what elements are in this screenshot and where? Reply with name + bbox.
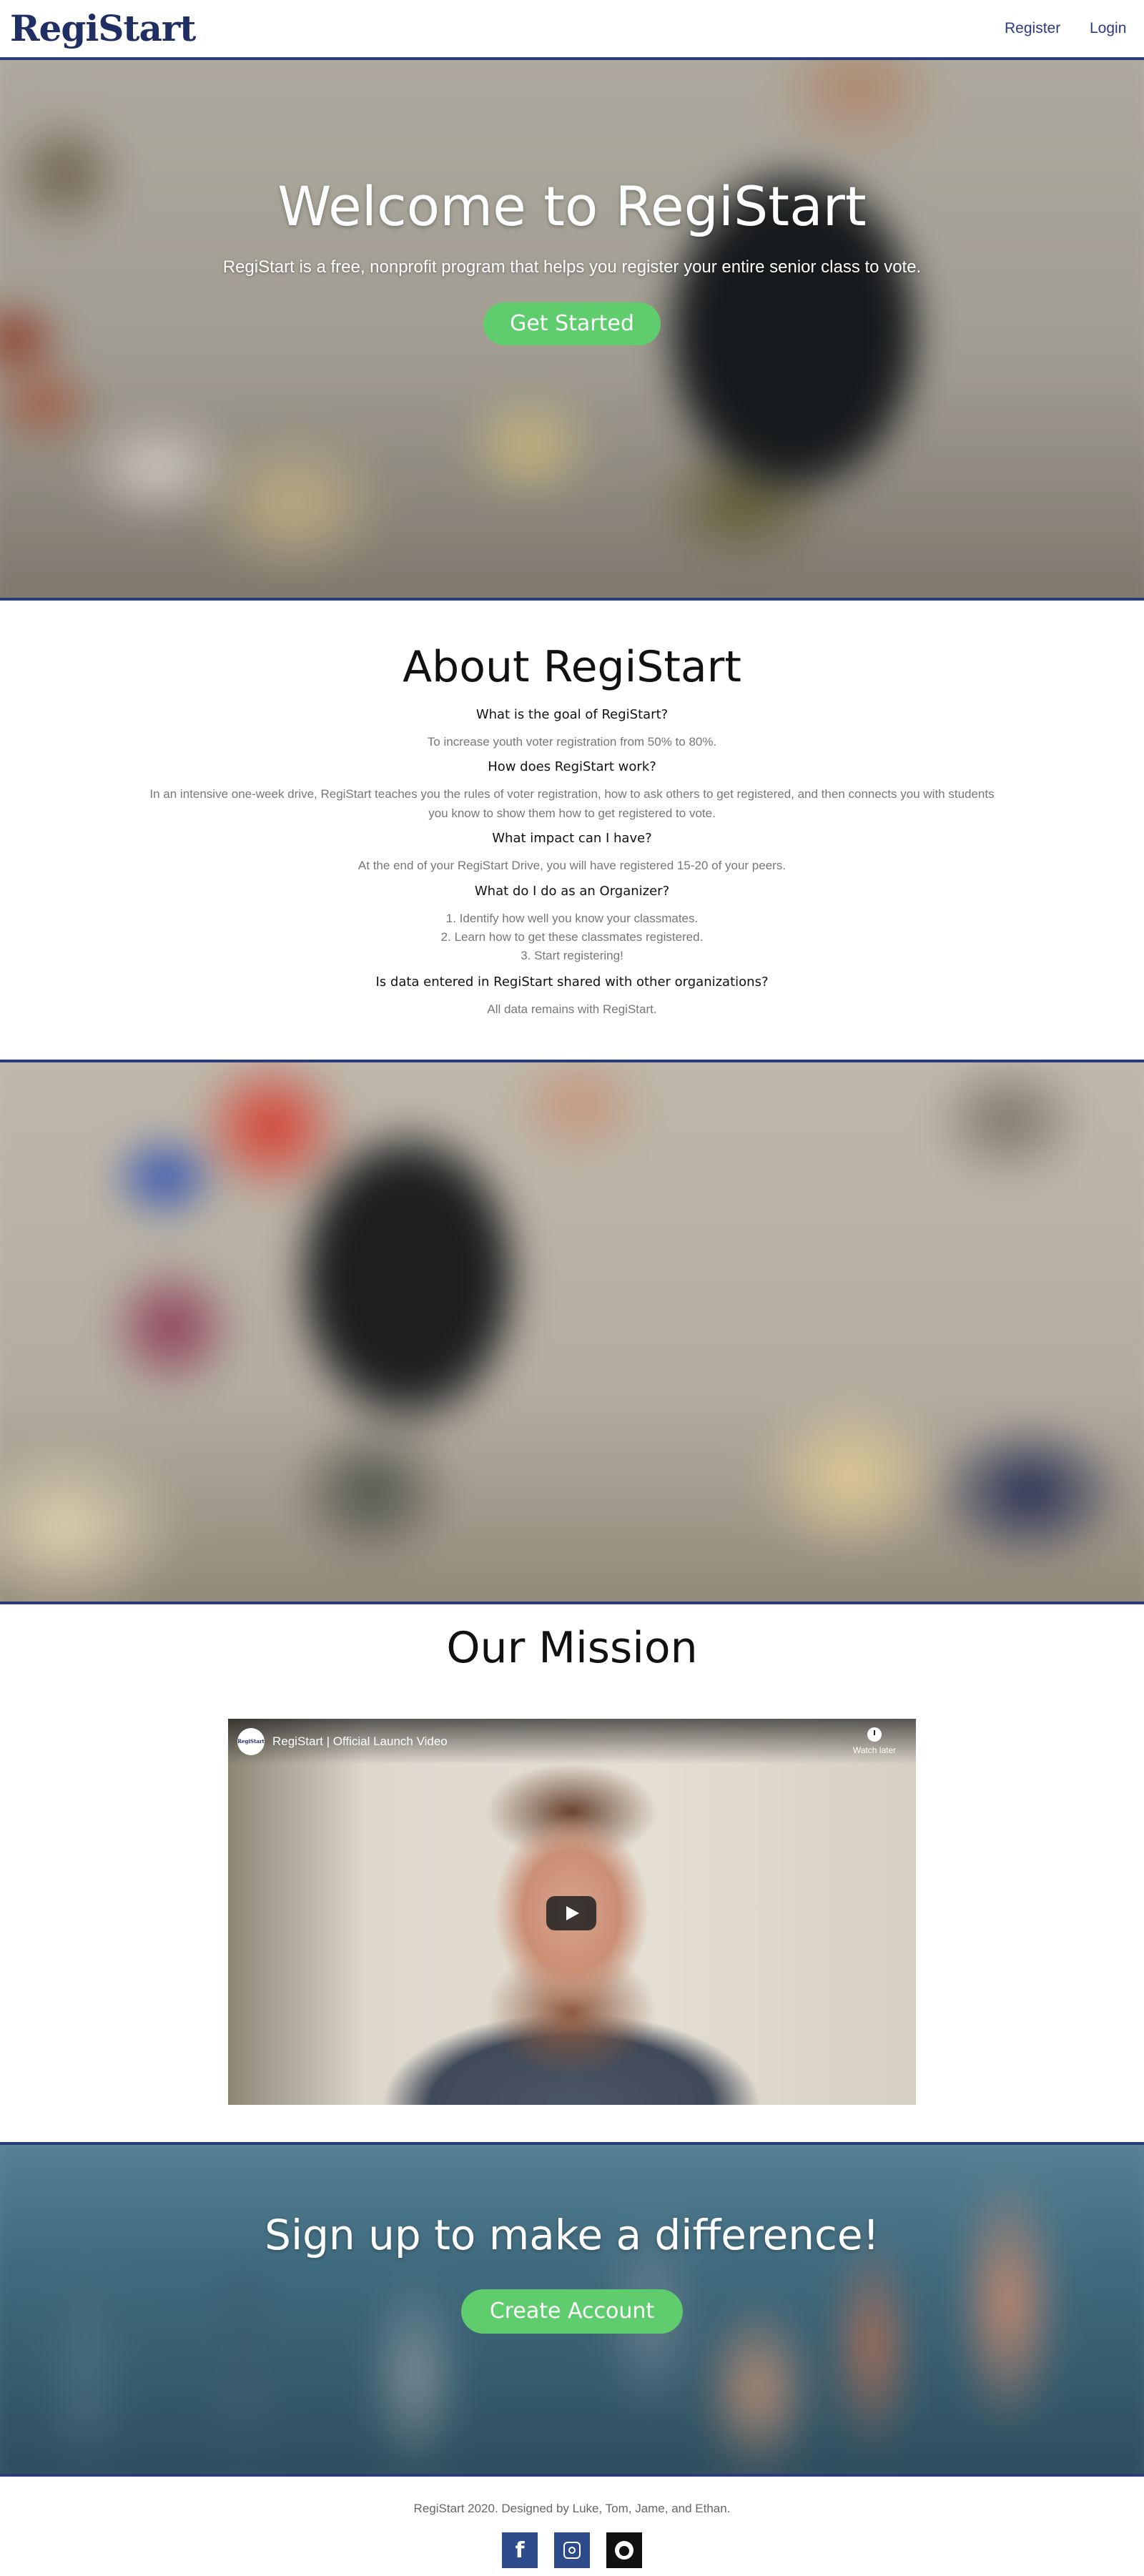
- github-icon[interactable]: [606, 2532, 642, 2568]
- faq-answer: 1. Identify how well you know your class…: [445, 912, 699, 925]
- signup-title: Sign up to make a difference!: [265, 2211, 879, 2259]
- classroom-background-photo: [0, 1062, 1144, 1602]
- hero-subtitle: RegiStart is a free, nonprofit program t…: [222, 257, 922, 277]
- faq-answer: To increase youth voter registration fro…: [427, 735, 717, 749]
- video-player[interactable]: RegiStart RegiStart | Official Launch Vi…: [228, 1719, 916, 2105]
- watch-later-button[interactable]: Watch later: [846, 1726, 903, 1755]
- faq-answer: In an intensive one-week drive, RegiStar…: [149, 787, 995, 820]
- get-started-button[interactable]: Get Started: [483, 302, 661, 345]
- instagram-icon[interactable]: [554, 2532, 590, 2568]
- faq-question: What do I do as an Organizer?: [474, 884, 670, 899]
- facebook-glyph: f: [515, 2538, 525, 2563]
- mission-title: Our Mission: [446, 1623, 698, 1673]
- login-link[interactable]: Login: [1090, 20, 1126, 37]
- logo[interactable]: RegiStart: [10, 7, 196, 49]
- faq-question: What is the goal of RegiStart?: [475, 707, 669, 722]
- play-icon[interactable]: [546, 1896, 596, 1930]
- clock-icon: [867, 1727, 882, 1742]
- faq-question: How does RegiStart work?: [488, 759, 656, 774]
- channel-avatar[interactable]: RegiStart: [237, 1728, 265, 1755]
- faq-question: Is data entered in RegiStart shared with…: [375, 974, 769, 990]
- footer: RegiStart 2020. Designed by Luke, Tom, J…: [0, 2474, 1144, 2576]
- facebook-icon[interactable]: f: [502, 2532, 538, 2568]
- hero-section: Welcome to RegiStart RegiStart is a free…: [0, 60, 1144, 601]
- faq-answer: At the end of your RegiStart Drive, you …: [358, 859, 786, 872]
- faq-answer: 2. Learn how to get these classmates reg…: [440, 930, 704, 944]
- about-section: About RegiStart What is the goal of Regi…: [0, 601, 1144, 1060]
- mission-section: Our Mission RegiStart RegiStart | Offici…: [0, 1599, 1144, 2142]
- register-link[interactable]: Register: [1005, 20, 1060, 37]
- video-title[interactable]: RegiStart | Official Launch Video: [272, 1734, 448, 1749]
- signup-section: Sign up to make a difference! Create Acc…: [0, 2142, 1144, 2477]
- faq-answer: 3. Start registering!: [521, 949, 623, 962]
- about-title: About RegiStart: [403, 642, 741, 692]
- faq-question: What impact can I have?: [492, 831, 652, 846]
- hero-title: Welcome to RegiStart: [277, 174, 867, 238]
- faq-answer: All data remains with RegiStart.: [487, 1002, 657, 1016]
- classroom-photo: [0, 1060, 1144, 1604]
- create-account-button[interactable]: Create Account: [461, 2289, 683, 2334]
- watch-later-label: Watch later: [852, 1745, 897, 1755]
- navbar: RegiStart Register Login: [0, 0, 1144, 60]
- footer-credits: RegiStart 2020. Designed by Luke, Tom, J…: [413, 2502, 731, 2515]
